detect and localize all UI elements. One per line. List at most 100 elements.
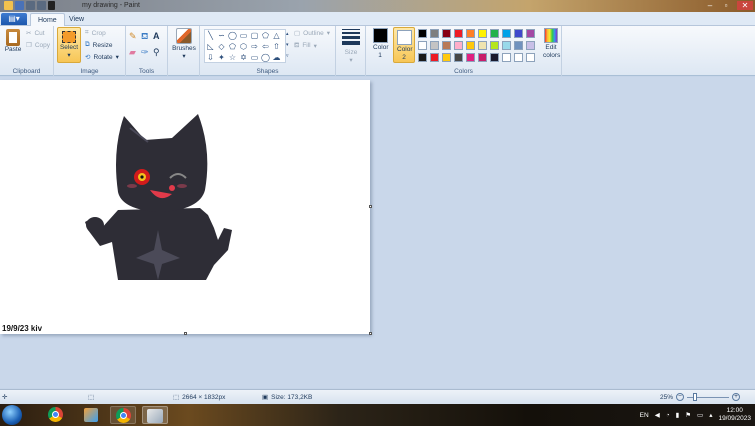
palette-swatch[interactable] bbox=[514, 53, 523, 62]
diamond-shape-icon[interactable]: ◇ bbox=[216, 41, 227, 52]
copy-button[interactable]: ❐ Copy bbox=[26, 41, 50, 50]
palette-swatch[interactable] bbox=[466, 29, 475, 38]
paint-app-icon[interactable] bbox=[4, 1, 13, 10]
up-arrow-shape-icon[interactable]: ⇧ bbox=[271, 41, 282, 52]
resize-button[interactable]: ⧉ Resize bbox=[85, 41, 113, 49]
palette-swatch[interactable] bbox=[490, 53, 499, 62]
rotate-button[interactable]: ⟲ Rotate ▾ bbox=[85, 53, 119, 62]
palette-swatch[interactable] bbox=[418, 53, 427, 62]
curve-shape-icon[interactable]: ∽ bbox=[216, 30, 227, 41]
flag-icon[interactable]: ⚑ bbox=[685, 411, 691, 419]
hexagon-shape-icon[interactable]: ⬡ bbox=[238, 41, 249, 52]
color2-button[interactable]: Color 2 bbox=[393, 27, 415, 63]
qat-dropdown-icon[interactable] bbox=[48, 1, 55, 10]
volume-icon[interactable]: ◔ bbox=[666, 412, 670, 419]
paint-window-icon[interactable] bbox=[142, 406, 168, 424]
triangle-shape-icon[interactable]: △ bbox=[271, 30, 282, 41]
callout-rect-shape-icon[interactable]: ▭ bbox=[249, 52, 260, 63]
undo-icon[interactable] bbox=[26, 1, 35, 10]
zoom-slider[interactable] bbox=[687, 392, 730, 401]
palette-swatch[interactable] bbox=[514, 41, 523, 50]
palette-swatch[interactable] bbox=[454, 29, 463, 38]
left-arrow-shape-icon[interactable]: ⇦ bbox=[260, 41, 271, 52]
resize-handle-right[interactable] bbox=[369, 205, 372, 208]
zoom-in-icon[interactable]: + bbox=[732, 393, 741, 401]
palette-swatch[interactable] bbox=[442, 41, 451, 50]
file-menu-button[interactable]: ▤▾ bbox=[1, 13, 27, 25]
select-button[interactable]: Select ▾ bbox=[57, 27, 81, 63]
down-arrow-shape-icon[interactable]: ⇩ bbox=[205, 52, 216, 63]
palette-swatch[interactable] bbox=[514, 29, 523, 38]
palette-swatch[interactable] bbox=[502, 41, 511, 50]
chrome-icon[interactable] bbox=[42, 406, 68, 424]
polygon-shape-icon[interactable]: ⬠ bbox=[260, 30, 271, 41]
language-indicator[interactable]: EN bbox=[640, 412, 649, 419]
palette-swatch[interactable] bbox=[418, 29, 427, 38]
cloud-shape-icon[interactable]: ☁ bbox=[271, 52, 282, 63]
four-point-star-shape-icon[interactable]: ✦ bbox=[216, 52, 227, 63]
tab-view[interactable]: View bbox=[62, 13, 91, 26]
zoom-out-icon[interactable]: − bbox=[676, 393, 685, 401]
fill-button[interactable]: ⛾ Fill ▾ bbox=[294, 41, 317, 50]
cut-button[interactable]: ✂ Cut bbox=[26, 29, 45, 38]
right-triangle-shape-icon[interactable]: ◺ bbox=[205, 41, 216, 52]
brushes-button[interactable]: Brushes ▾ bbox=[171, 28, 197, 60]
outline-button[interactable]: ▢ Outline ▾ bbox=[294, 29, 330, 38]
text-tool-icon[interactable]: A bbox=[153, 31, 165, 43]
palette-swatch[interactable] bbox=[466, 41, 475, 50]
rectangle-shape-icon[interactable]: ▭ bbox=[238, 30, 249, 41]
paste-button[interactable]: Paste bbox=[3, 29, 23, 53]
palette-swatch[interactable] bbox=[442, 53, 451, 62]
zoom-slider-thumb[interactable] bbox=[693, 392, 698, 401]
redo-icon[interactable] bbox=[37, 1, 46, 10]
drawing-canvas[interactable]: 19/9/23 kiv bbox=[0, 80, 370, 334]
callout-oval-shape-icon[interactable]: ◯ bbox=[260, 52, 271, 63]
palette-swatch[interactable] bbox=[526, 29, 535, 38]
palette-swatch[interactable] bbox=[466, 53, 475, 62]
eraser-icon[interactable]: ▰ bbox=[129, 47, 141, 58]
pencil-icon[interactable]: ✎ bbox=[129, 31, 141, 43]
palette-swatch[interactable] bbox=[478, 53, 487, 62]
right-arrow-shape-icon[interactable]: ⇨ bbox=[249, 41, 260, 52]
palette-swatch[interactable] bbox=[478, 29, 487, 38]
color-picker-icon[interactable]: ✑ bbox=[141, 47, 153, 58]
fill-bucket-icon[interactable]: ⛾ bbox=[141, 31, 153, 43]
shapes-scroll[interactable]: ▴ ▾ ▿ bbox=[286, 29, 291, 63]
palette-swatch[interactable] bbox=[454, 41, 463, 50]
canvas-workspace[interactable]: 19/9/23 kiv bbox=[0, 77, 755, 388]
palette-swatch[interactable] bbox=[526, 53, 535, 62]
palette-swatch[interactable] bbox=[490, 29, 499, 38]
show-hidden-icon[interactable]: ▴ bbox=[709, 411, 712, 419]
palette-swatch[interactable] bbox=[418, 41, 427, 50]
palette-swatch[interactable] bbox=[430, 53, 439, 62]
palette-swatch[interactable] bbox=[442, 29, 451, 38]
line-shape-icon[interactable]: ╲ bbox=[205, 30, 216, 41]
maximize-icon[interactable]: ▫ bbox=[721, 1, 731, 10]
palette-swatch[interactable] bbox=[526, 41, 535, 50]
six-point-star-shape-icon[interactable]: ✡ bbox=[238, 52, 249, 63]
media-player-icon[interactable] bbox=[78, 406, 104, 424]
start-button[interactable] bbox=[2, 405, 22, 425]
pentagon-shape-icon[interactable]: ⬠ bbox=[227, 41, 238, 52]
five-point-star-shape-icon[interactable]: ☆ bbox=[227, 52, 238, 63]
minimize-icon[interactable]: ‒ bbox=[705, 1, 715, 10]
palette-swatch[interactable] bbox=[490, 41, 499, 50]
battery-icon[interactable]: ▭ bbox=[697, 411, 703, 419]
network-icon[interactable]: ▮ bbox=[676, 411, 680, 419]
oval-shape-icon[interactable]: ◯ bbox=[227, 30, 238, 41]
close-icon[interactable]: ✕ bbox=[737, 1, 753, 10]
palette-swatch[interactable] bbox=[430, 41, 439, 50]
tab-home[interactable]: Home bbox=[30, 13, 65, 26]
palette-swatch[interactable] bbox=[454, 53, 463, 62]
save-icon[interactable] bbox=[15, 1, 24, 10]
edit-colors-button[interactable]: Edit colors bbox=[540, 28, 562, 60]
palette-swatch[interactable] bbox=[430, 29, 439, 38]
resize-handle-bottom[interactable] bbox=[184, 332, 187, 335]
size-button[interactable]: Size ▾ bbox=[339, 29, 363, 64]
palette-swatch[interactable] bbox=[478, 41, 487, 50]
palette-swatch[interactable] bbox=[502, 29, 511, 38]
palette-swatch[interactable] bbox=[502, 53, 511, 62]
color1-button[interactable]: Color 1 bbox=[369, 28, 391, 60]
resize-handle-corner[interactable] bbox=[369, 332, 372, 335]
chrome-window-icon[interactable] bbox=[110, 406, 136, 424]
